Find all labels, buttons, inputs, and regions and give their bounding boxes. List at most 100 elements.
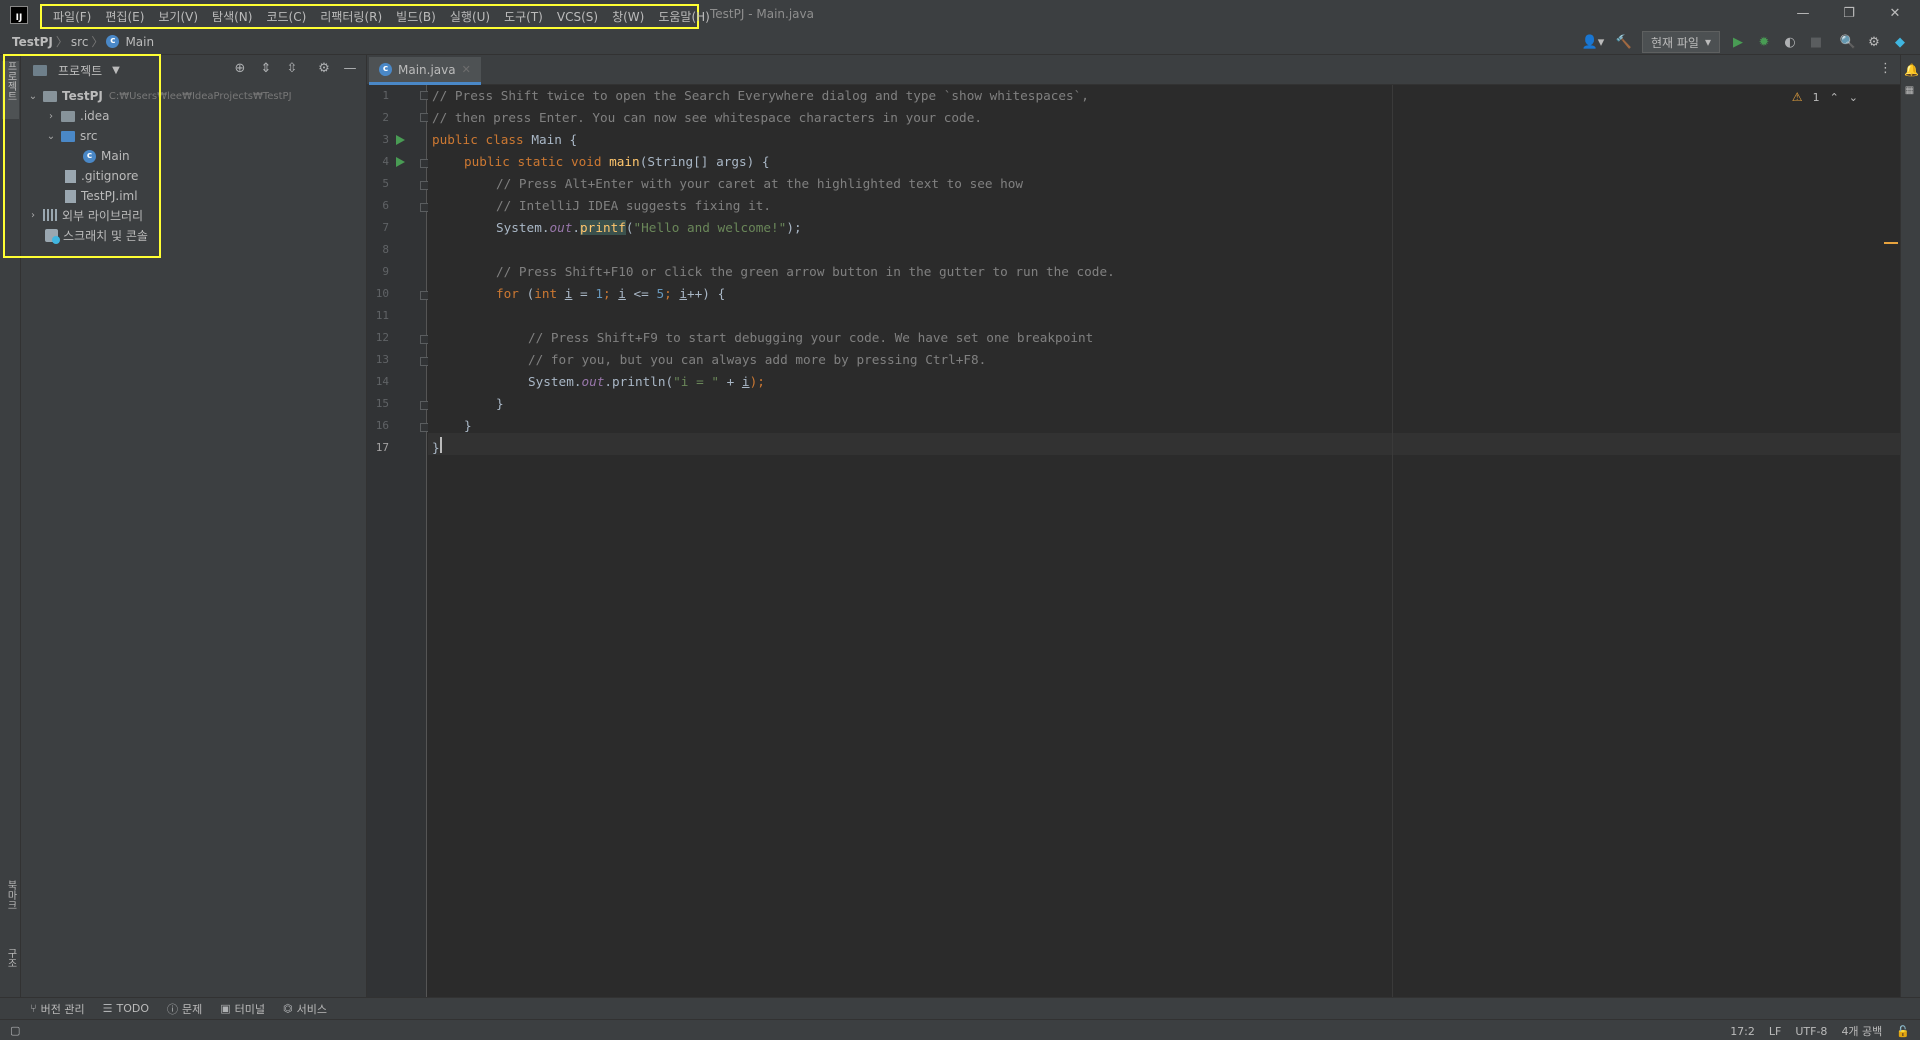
code-line-4: public static void main(String[] args) { bbox=[464, 154, 770, 169]
menu-edit[interactable]: 편집(E) bbox=[98, 8, 151, 25]
restore-button[interactable]: ❐ bbox=[1829, 4, 1869, 24]
line-number: 4 bbox=[382, 155, 389, 168]
tool-problems[interactable]: ⓘ 문제 bbox=[167, 1001, 202, 1017]
close-tab-icon[interactable]: ✕ bbox=[462, 63, 471, 76]
window-title: TestPJ - Main.java bbox=[710, 7, 814, 21]
collapse-all-icon[interactable]: ⇳ bbox=[284, 61, 300, 77]
tree-node-gitignore[interactable]: .gitignore bbox=[65, 166, 138, 186]
file-encoding[interactable]: UTF-8 bbox=[1795, 1025, 1827, 1038]
chevron-down-icon[interactable]: ⌄ bbox=[45, 131, 57, 142]
chevron-right-icon[interactable]: › bbox=[45, 111, 57, 122]
code-editor[interactable]: // Press Shift twice to open the Search … bbox=[428, 85, 1900, 997]
tree-node-src[interactable]: ⌄ src bbox=[45, 126, 98, 146]
tree-node-project[interactable]: ⌄ TestPJ C:₩Users₩lee₩IdeaProjects₩TestP… bbox=[27, 86, 292, 106]
project-panel-tools: ⊕ ⇕ ⇳ ⚙ — bbox=[232, 61, 358, 77]
tree-node-idea[interactable]: › .idea bbox=[45, 106, 110, 126]
menu-navigate[interactable]: 탐색(N) bbox=[205, 8, 259, 25]
more-vertical-icon[interactable]: ⋮ bbox=[1879, 61, 1892, 76]
stop-icon[interactable]: ■ bbox=[1808, 34, 1824, 50]
tool-version-control[interactable]: ⑂ 버전 관리 bbox=[30, 1001, 85, 1017]
tree-label: .gitignore bbox=[81, 169, 139, 183]
menu-view[interactable]: 보기(V) bbox=[151, 8, 205, 25]
gear-icon[interactable]: ⚙ bbox=[316, 61, 332, 77]
run-gutter-icon[interactable] bbox=[396, 157, 405, 167]
toggle-tool-windows-icon[interactable]: ▢ bbox=[10, 1024, 20, 1037]
tree-node-iml[interactable]: TestPJ.iml bbox=[65, 186, 138, 206]
line-number: 1 bbox=[382, 89, 389, 102]
project-path: C:₩Users₩lee₩IdeaProjects₩TestPJ bbox=[108, 90, 292, 102]
inspection-widget[interactable]: ⚠ 1 ⌃ ⌄ bbox=[1792, 90, 1858, 104]
warning-stripe-marker[interactable] bbox=[1884, 242, 1898, 244]
navigation-bar: TestPJ 〉 src 〉 c Main 👤▾ 🔨 현재 파일 ▾ ▶ ✹ ◐… bbox=[0, 29, 1920, 55]
close-button[interactable]: ✕ bbox=[1875, 4, 1915, 24]
menu-tools[interactable]: 도구(T) bbox=[497, 8, 550, 25]
tree-label: Main bbox=[101, 149, 130, 163]
tool-window-bar: ⑂ 버전 관리 ☰ TODO ⓘ 문제 ▣ 터미널 ⏣ 서비스 bbox=[0, 997, 1920, 1019]
run-icon[interactable]: ▶ bbox=[1730, 34, 1746, 50]
code-line-12: // Press Shift+F9 to start debugging you… bbox=[528, 330, 1094, 345]
run-config-select[interactable]: 현재 파일 ▾ bbox=[1641, 31, 1720, 53]
menu-file[interactable]: 파일(F) bbox=[46, 8, 98, 25]
database-tool-icon[interactable]: ▦ bbox=[1904, 85, 1915, 96]
settings-gear-icon[interactable]: ⚙ bbox=[1866, 34, 1882, 50]
debug-icon[interactable]: ✹ bbox=[1756, 34, 1772, 50]
bookmarks-tool-tab[interactable]: 북마크 bbox=[2, 880, 19, 928]
tree-node-scratches[interactable]: 스크래치 및 콘솔 bbox=[45, 225, 148, 245]
breadcrumb-main[interactable]: Main bbox=[122, 35, 157, 49]
breadcrumb-project[interactable]: TestPJ bbox=[9, 35, 56, 49]
run-gutter-icon[interactable] bbox=[396, 135, 405, 145]
tree-label: .idea bbox=[80, 109, 110, 123]
line-separator[interactable]: LF bbox=[1769, 1025, 1781, 1038]
search-icon[interactable]: 🔍 bbox=[1840, 34, 1856, 50]
chevron-down-icon[interactable]: ▼ bbox=[112, 65, 120, 76]
tab-main-java[interactable]: c Main.java ✕ bbox=[369, 57, 481, 85]
jetbrains-toolbox-icon[interactable]: ◆ bbox=[1892, 34, 1908, 50]
editor-gutter[interactable]: 1 2 3 4 5 6 7 8 9 10 11 12 13 14 15 16 1… bbox=[367, 85, 429, 997]
notifications-bell-icon[interactable]: 🔔 bbox=[1904, 63, 1919, 77]
add-user-icon[interactable]: 👤▾ bbox=[1580, 34, 1606, 50]
build-hammer-icon[interactable]: 🔨 bbox=[1616, 34, 1632, 50]
line-number: 9 bbox=[382, 265, 389, 278]
right-tool-strip: 🔔 ▦ bbox=[1900, 55, 1920, 997]
structure-tool-tab[interactable]: 구조 bbox=[2, 948, 19, 984]
indent-setting[interactable]: 4개 공백 bbox=[1841, 1023, 1882, 1039]
code-line-2: // then press Enter. You can now see whi… bbox=[432, 110, 982, 125]
coverage-icon[interactable]: ◐ bbox=[1782, 34, 1798, 50]
line-number: 6 bbox=[382, 199, 389, 212]
menu-run[interactable]: 실행(U) bbox=[443, 8, 497, 25]
lock-icon[interactable]: 🔓 bbox=[1896, 1025, 1910, 1038]
chevron-right-icon[interactable]: › bbox=[27, 210, 39, 221]
scratch-icon bbox=[45, 228, 60, 244]
main-menu: 파일(F) 편집(E) 보기(V) 탐색(N) 코드(C) 리팩터링(R) 빌드… bbox=[40, 4, 710, 29]
tool-services[interactable]: ⏣ 서비스 bbox=[283, 1001, 327, 1017]
tree-label: TestPJ bbox=[62, 89, 103, 103]
minimize-button[interactable]: — bbox=[1783, 4, 1823, 24]
caret-position[interactable]: 17:2 bbox=[1730, 1025, 1755, 1038]
tool-terminal[interactable]: ▣ 터미널 bbox=[220, 1001, 265, 1017]
tree-node-main[interactable]: c Main bbox=[83, 146, 130, 166]
module-folder-icon bbox=[43, 90, 57, 102]
project-view-selector[interactable]: 프로젝트 bbox=[58, 62, 102, 79]
tool-todo[interactable]: ☰ TODO bbox=[103, 1002, 149, 1015]
chevron-up-icon[interactable]: ⌃ bbox=[1830, 91, 1839, 104]
code-line-17: } bbox=[432, 440, 440, 455]
left-tool-strip: 프로젝트 북마크 구조 bbox=[0, 55, 21, 997]
expand-all-icon[interactable]: ⇕ bbox=[258, 61, 274, 77]
menu-vcs[interactable]: VCS(S) bbox=[550, 10, 605, 24]
main-toolbar: 👤▾ 🔨 현재 파일 ▾ ▶ ✹ ◐ ■ 🔍 ⚙ ◆ bbox=[1580, 31, 1908, 53]
chevron-down-icon[interactable]: ⌄ bbox=[27, 91, 39, 102]
menu-refactor[interactable]: 리팩터링(R) bbox=[313, 8, 389, 25]
structure-tab-label: 구조 bbox=[5, 948, 16, 968]
menu-window[interactable]: 창(W) bbox=[605, 8, 651, 25]
project-tool-tab[interactable]: 프로젝트 bbox=[2, 61, 19, 119]
menu-build[interactable]: 빌드(B) bbox=[389, 8, 443, 25]
line-number: 7 bbox=[382, 221, 389, 234]
menu-help[interactable]: 도움말(H) bbox=[651, 8, 717, 25]
locate-target-icon[interactable]: ⊕ bbox=[232, 61, 248, 77]
menu-code[interactable]: 코드(C) bbox=[259, 8, 313, 25]
tree-node-external-libraries[interactable]: › 외부 라이브러리 bbox=[27, 205, 143, 225]
terminal-icon: ▣ bbox=[220, 1002, 231, 1015]
chevron-down-icon[interactable]: ⌄ bbox=[1849, 91, 1858, 104]
hide-minus-icon[interactable]: — bbox=[342, 61, 358, 77]
breadcrumb-src[interactable]: src bbox=[68, 35, 92, 49]
